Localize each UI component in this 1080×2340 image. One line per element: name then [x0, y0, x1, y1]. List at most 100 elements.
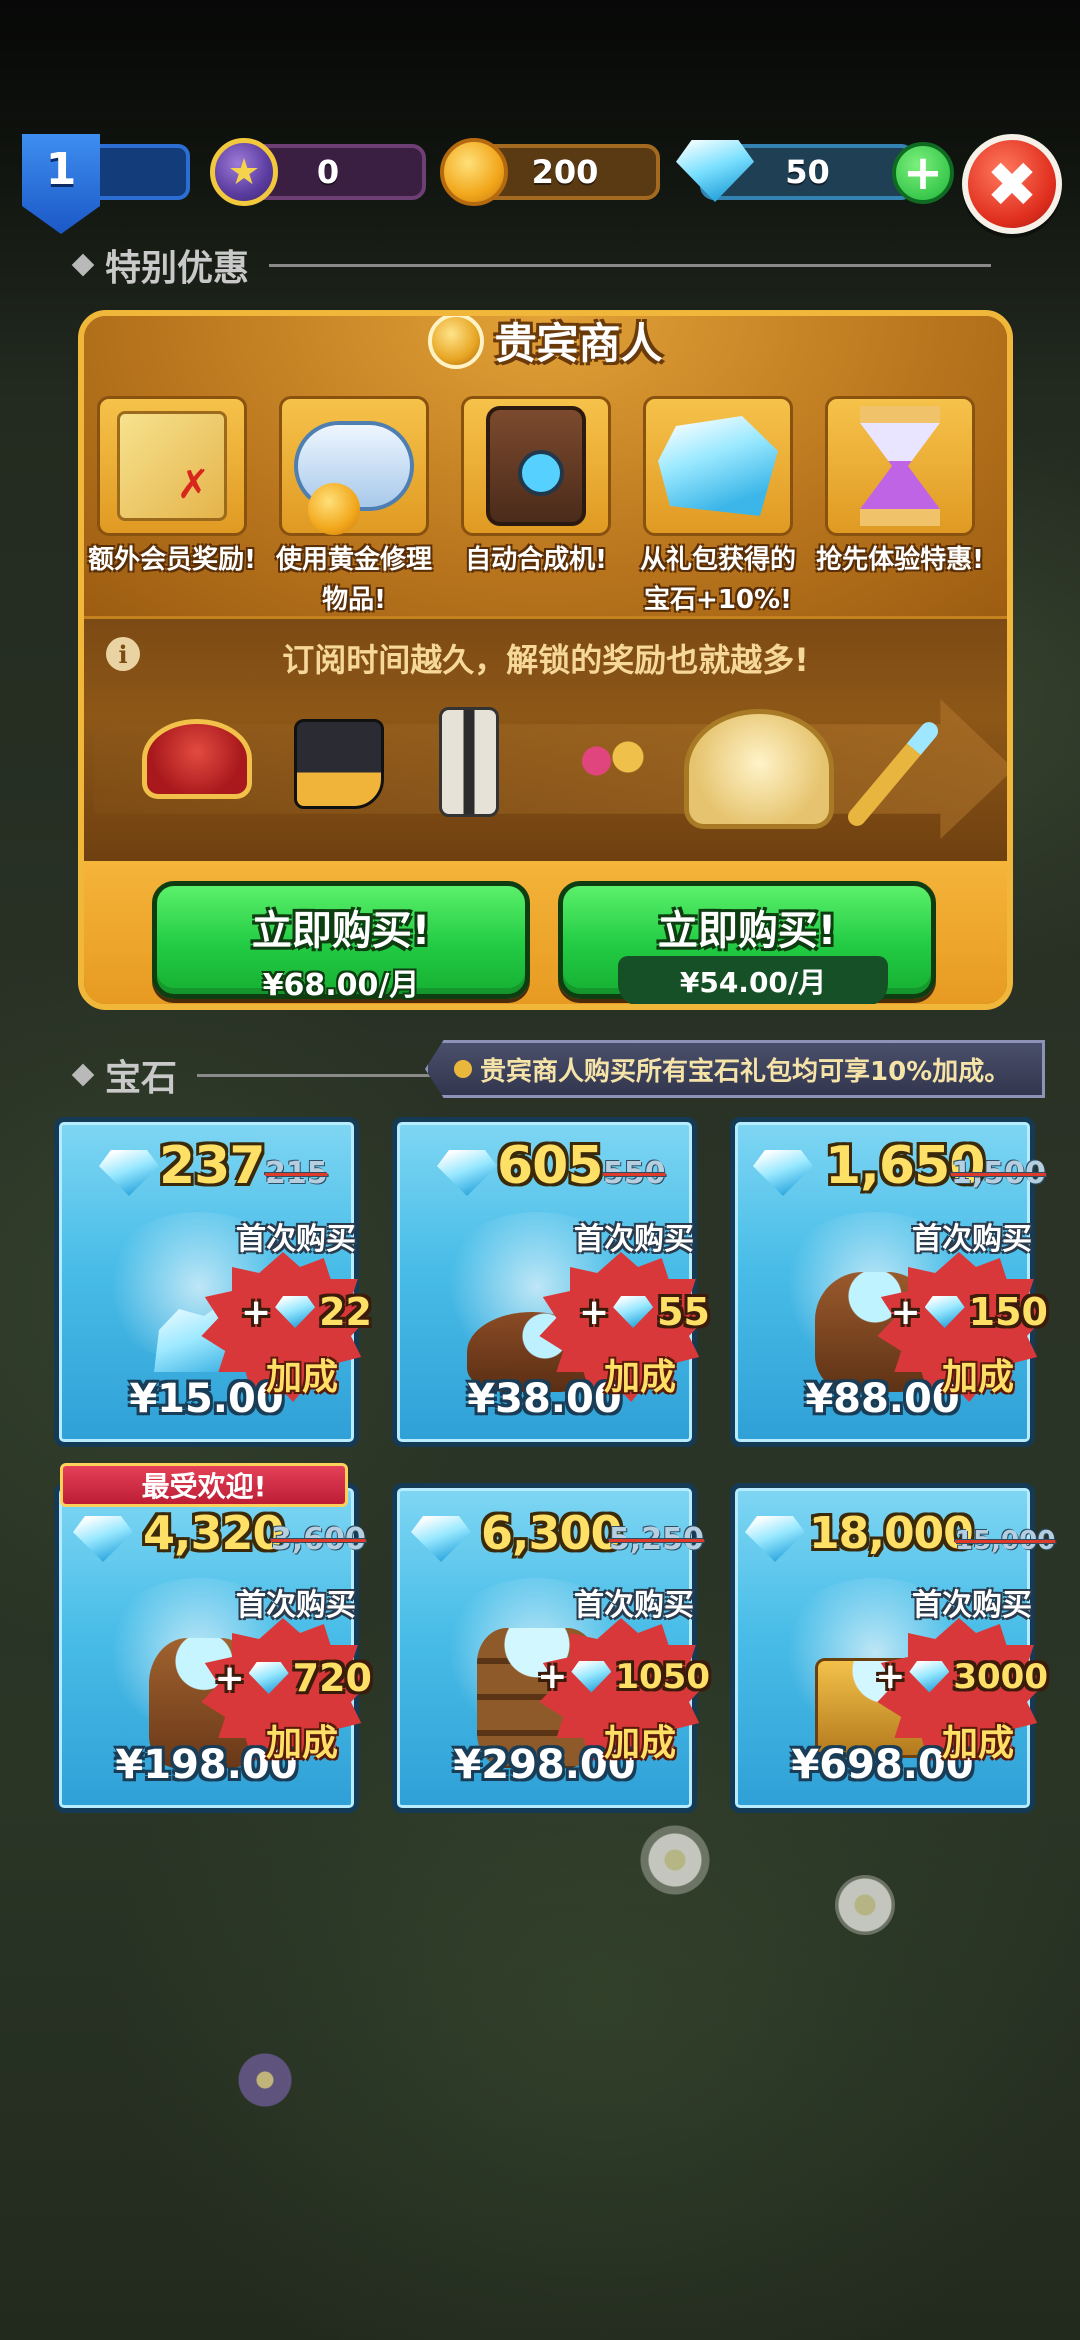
bonus-value: 1050	[615, 1656, 710, 1697]
bonus-value: 22	[319, 1290, 372, 1334]
bonus-label: 加成	[941, 1357, 1014, 1398]
diamond-bullet-icon	[71, 1063, 95, 1087]
first-purchase-label: 首次购买	[236, 1222, 356, 1257]
buy-label: 立即购买!	[657, 908, 837, 954]
benefit-item: 从礼包获得的宝石+10%!	[632, 396, 804, 620]
first-purchase-label: 首次购买	[912, 1222, 1032, 1257]
gem-earrings-icon	[579, 739, 649, 779]
bonus-amount: +55	[578, 1290, 710, 1334]
benefit-item: 抢先体验特惠!	[814, 396, 986, 580]
scroll-coin-icon	[294, 421, 414, 535]
gem-pack-card[interactable]: 605 550 首次购买 +55 加成 ¥38.00	[392, 1117, 710, 1447]
gem-icon	[745, 1516, 805, 1562]
merge-machine-icon	[486, 406, 586, 526]
add-gems-button[interactable]: +	[892, 142, 954, 204]
bonus-amount: +3000	[875, 1656, 1048, 1697]
gem-icon	[73, 1516, 133, 1562]
special-offer-label: 特别优惠	[105, 248, 250, 289]
level-badge[interactable]: 1	[22, 134, 100, 234]
gem-amount: 18,000	[809, 1508, 974, 1559]
subscription-rewards-strip: 订阅时间越久，解锁的奖励也就越多! i	[84, 616, 1007, 861]
gem-amount: 4,320	[143, 1506, 285, 1560]
gem-pack-card[interactable]: 18,000 15,000 首次购买 +3000 加成 ¥698.00	[730, 1483, 1055, 1813]
bonus-value: 150	[968, 1290, 1048, 1334]
star-count: 0	[316, 153, 340, 191]
benefit-label: 抢先体验特惠!	[816, 545, 984, 575]
bonus-label: 加成	[265, 1723, 338, 1764]
gem-icon	[248, 1662, 289, 1694]
gem-section-label: 宝石	[105, 1058, 178, 1099]
first-purchase-label: 首次购买	[912, 1588, 1032, 1623]
suit-icon	[439, 707, 499, 817]
subscription-info-text: 订阅时间越久，解锁的奖励也就越多!	[282, 641, 809, 679]
header-divider	[269, 263, 992, 267]
crown-icon	[142, 719, 252, 799]
benefit-item: 使用黄金修理物品!	[268, 396, 440, 620]
coin-count: 200	[531, 153, 599, 191]
vip-bonus-banner: 贵宾商人购买所有宝石礼包均可享10%加成。	[425, 1040, 1045, 1098]
flower-decoration	[640, 1825, 710, 1895]
benefit-icon-box	[643, 396, 793, 536]
gems-icon	[658, 416, 778, 516]
vip-title-text: 贵宾商人	[494, 319, 663, 368]
header-divider	[197, 1073, 438, 1077]
bonus-value: 720	[292, 1656, 372, 1700]
gem-pack-card[interactable]: 4,320 3,600 首次购买 +720 加成 ¥198.00	[54, 1483, 372, 1813]
coin-icon	[440, 138, 508, 206]
gem-icon	[753, 1150, 813, 1196]
vip-bonus-text: 贵宾商人购买所有宝石礼包均可享10%加成。	[480, 1056, 1011, 1087]
boots-icon	[294, 719, 384, 809]
gem-icon	[411, 1516, 471, 1562]
benefit-label: 自动合成机!	[465, 545, 607, 575]
info-icon[interactable]: i	[106, 637, 140, 671]
benefit-item: 自动合成机!	[450, 396, 622, 580]
benefit-icon-box	[97, 396, 247, 536]
buy-label: 立即购买!	[251, 908, 431, 954]
gem-icon	[437, 1150, 497, 1196]
medal-icon	[428, 316, 485, 369]
first-purchase-label: 首次购买	[574, 1222, 694, 1257]
gem-icon	[924, 1296, 965, 1328]
vip-title: 贵宾商人	[84, 316, 1007, 371]
original-amount: 15,000	[955, 1526, 1056, 1556]
original-amount: 5,250	[609, 1522, 704, 1557]
gem-amount: 605	[497, 1136, 604, 1196]
gem-pack-card[interactable]: 237 215 首次购买 +22 加成 ¥15.00	[54, 1117, 372, 1447]
original-amount: 1,500	[951, 1156, 1046, 1191]
gem-count: 50	[785, 153, 830, 191]
hourglass-icon	[860, 406, 940, 526]
star-icon: ★	[210, 138, 278, 206]
bonus-amount: +22	[240, 1290, 372, 1334]
bonus-amount: +1050	[537, 1656, 710, 1697]
bonus-amount: +150	[890, 1290, 1049, 1334]
first-purchase-label: 首次购买	[236, 1588, 356, 1623]
flower-decoration	[835, 1875, 895, 1935]
buy-monthly-button[interactable]: 立即购买! ¥68.00/月	[152, 881, 530, 1003]
diamond-bullet-icon	[71, 253, 95, 277]
bonus-value: 55	[657, 1290, 710, 1334]
vip-benefits-area: 贵宾商人 额外会员奖励! 使用黄金修理物品! 自动合成机! 从礼包获得的宝石+1…	[84, 316, 1007, 616]
benefit-label: 从礼包获得的宝石+10%!	[639, 545, 796, 615]
gem-icon	[613, 1296, 654, 1328]
gem-section-header: 宝石	[71, 1050, 438, 1100]
bonus-value: 3000	[953, 1656, 1048, 1697]
monthly-price: ¥68.00/月	[262, 968, 420, 1003]
special-offer-header: 特别优惠	[71, 240, 992, 290]
benefit-label: 使用黄金修理物品!	[275, 545, 432, 615]
treasure-map-icon	[117, 411, 227, 521]
benefit-icon-box	[461, 396, 611, 536]
bonus-label: 加成	[265, 1357, 338, 1398]
benefit-item: 额外会员奖励!	[86, 396, 258, 580]
benefit-icon-box	[279, 396, 429, 536]
gem-pack-card[interactable]: 1,650 1,500 首次购买 +150 加成 ¥88.00	[730, 1117, 1048, 1447]
original-amount: 215	[265, 1156, 328, 1191]
bonus-label: 加成	[941, 1723, 1014, 1764]
gem-icon	[99, 1150, 159, 1196]
carriage-icon	[684, 709, 834, 829]
benefit-icon-box	[825, 396, 975, 536]
yearly-per-month-tag: ¥54.00/月	[618, 956, 888, 1004]
gem-pack-card[interactable]: 6,300 5,250 首次购买 +1050 加成 ¥298.00	[392, 1483, 710, 1813]
close-button[interactable]: ✖	[962, 134, 1062, 234]
flower-decoration	[230, 2045, 300, 2115]
original-amount: 3,600	[271, 1522, 366, 1557]
